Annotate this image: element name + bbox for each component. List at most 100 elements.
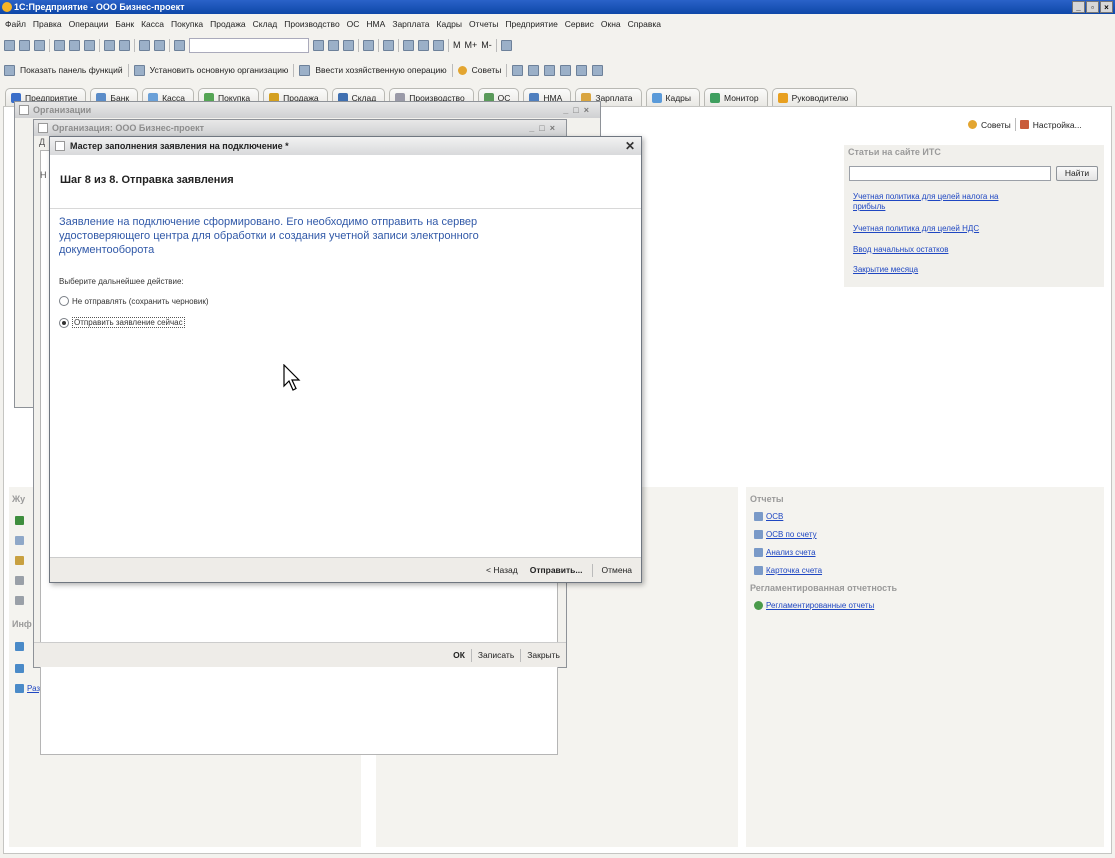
- wizard-message: Заявление на подключение сформировано. Е…: [59, 216, 479, 256]
- menu-file[interactable]: Файл: [5, 19, 26, 29]
- report-link-analysis[interactable]: Анализ счета: [766, 548, 816, 557]
- report-link-card[interactable]: Карточка счета: [766, 566, 822, 575]
- write-button[interactable]: Записать: [478, 650, 514, 660]
- info-icon[interactable]: [383, 39, 394, 51]
- minimize-button[interactable]: _: [1072, 1, 1085, 13]
- extra-icon[interactable]: [500, 39, 512, 51]
- close-app-button[interactable]: ×: [1100, 1, 1113, 13]
- its-find-button[interactable]: Найти: [1056, 166, 1098, 181]
- users-icon[interactable]: [433, 39, 444, 51]
- search-icon[interactable]: [174, 39, 185, 51]
- radio-button-selected[interactable]: [59, 317, 69, 328]
- menu-hr[interactable]: Кадры: [437, 19, 462, 29]
- print-icon[interactable]: [104, 39, 115, 51]
- report-icon: [754, 548, 763, 557]
- cut-icon[interactable]: [54, 39, 65, 51]
- memory-add-button[interactable]: M+: [465, 40, 478, 50]
- window-controls[interactable]: _□×: [529, 120, 560, 136]
- save-icon[interactable]: [34, 39, 45, 51]
- report-link-osv-account[interactable]: ОСВ по счету: [766, 530, 817, 539]
- doc-icon-3[interactable]: [544, 64, 556, 76]
- option-label: Отправить заявление сейчас: [72, 317, 185, 328]
- tips-button[interactable]: Советы: [472, 65, 502, 75]
- redo-icon[interactable]: [154, 39, 165, 51]
- copy-icon[interactable]: [69, 39, 80, 51]
- menu-service[interactable]: Сервис: [565, 19, 594, 29]
- its-link-vat[interactable]: Учетная политика для целей НДС: [853, 224, 979, 233]
- content-settings-button[interactable]: Настройка...: [1033, 120, 1082, 130]
- option-save-draft[interactable]: Не отправлять (сохранить черновик): [59, 296, 641, 306]
- content-tips-button[interactable]: Советы: [981, 120, 1011, 130]
- cancel-button[interactable]: Отмена: [599, 565, 636, 575]
- menu-edit[interactable]: Правка: [33, 19, 62, 29]
- organization-title: Организация: ООО Бизнес-проект: [52, 123, 205, 133]
- doc-icon-5[interactable]: [576, 64, 588, 76]
- menu-salary[interactable]: Зарплата: [392, 19, 429, 29]
- doc-icon-6[interactable]: [592, 64, 604, 76]
- calculator-icon[interactable]: [403, 39, 414, 51]
- menu-enterprise[interactable]: Предприятие: [505, 19, 557, 29]
- tab-monitor[interactable]: Монитор: [704, 88, 768, 106]
- search-input[interactable]: [189, 37, 309, 53]
- menu-bank[interactable]: Банк: [115, 19, 134, 29]
- menu-reports[interactable]: Отчеты: [469, 19, 498, 29]
- menu-cash[interactable]: Касса: [141, 19, 164, 29]
- radio-button[interactable]: [59, 296, 69, 306]
- set-org-button[interactable]: Установить основную организацию: [150, 65, 289, 75]
- reports-header: Отчеты: [750, 494, 784, 504]
- tab-management[interactable]: Руководителю: [771, 88, 858, 106]
- its-link-opening-balances[interactable]: Ввод начальных остатков: [853, 245, 948, 254]
- toolbar-separator: [448, 38, 449, 52]
- tab-hr[interactable]: Кадры: [645, 88, 701, 106]
- window-icon: [55, 141, 65, 151]
- new-doc-icon[interactable]: [4, 39, 15, 51]
- org-row-stub: Н: [40, 170, 47, 180]
- show-panel-button[interactable]: Показать панель функций: [20, 65, 123, 75]
- its-link-month-close[interactable]: Закрытие месяца: [853, 265, 918, 274]
- menu-operations[interactable]: Операции: [69, 19, 109, 29]
- search-next-icon[interactable]: [328, 39, 339, 51]
- enter-operation-button[interactable]: Ввести хозяйственную операцию: [315, 65, 446, 75]
- doc-icon-4[interactable]: [560, 64, 572, 76]
- reg-reports-link[interactable]: Регламентированные отчеты: [766, 601, 874, 610]
- restore-button[interactable]: ▫: [1086, 1, 1099, 13]
- paste-icon[interactable]: [84, 39, 95, 51]
- close-icon[interactable]: ✕: [625, 137, 635, 155]
- undo-icon[interactable]: [139, 39, 150, 51]
- menu-help[interactable]: Справка: [628, 19, 661, 29]
- doc-icon-1[interactable]: [512, 64, 524, 76]
- window-controls[interactable]: _□×: [563, 102, 594, 118]
- doc-icon-2[interactable]: [528, 64, 540, 76]
- its-link-profit-tax[interactable]: Учетная политика для целей налога на при…: [853, 192, 1033, 212]
- memory-sub-button[interactable]: M-: [481, 40, 492, 50]
- operation-icon: [299, 64, 311, 76]
- ok-button[interactable]: ОК: [453, 650, 465, 660]
- calendar-icon[interactable]: [418, 39, 429, 51]
- menu-warehouse[interactable]: Склад: [253, 19, 278, 29]
- organizations-title-bar: Организации _□×: [15, 102, 600, 118]
- preview-icon[interactable]: [119, 39, 130, 51]
- footer-separator: [591, 563, 593, 577]
- refresh-icon[interactable]: [363, 39, 374, 51]
- tips-icon: [968, 120, 977, 129]
- menu-sale[interactable]: Продажа: [210, 19, 245, 29]
- search-prev-icon[interactable]: [343, 39, 354, 51]
- close-button[interactable]: Закрыть: [527, 650, 560, 660]
- menu-purchase[interactable]: Покупка: [171, 19, 203, 29]
- menu-production[interactable]: Производство: [284, 19, 339, 29]
- report-link-osv[interactable]: ОСВ: [766, 512, 783, 521]
- open-icon[interactable]: [19, 39, 30, 51]
- option-send-now[interactable]: Отправить заявление сейчас: [59, 317, 641, 328]
- menu-os[interactable]: ОС: [347, 19, 360, 29]
- info-icon: [15, 664, 24, 673]
- its-search-input[interactable]: [849, 166, 1051, 181]
- toolbar-separator: [1014, 118, 1016, 131]
- step-title: Шаг 8 из 8. Отправка заявления: [50, 155, 641, 209]
- search-down-icon[interactable]: [313, 39, 324, 51]
- menu-nma[interactable]: НМА: [366, 19, 385, 29]
- memory-button[interactable]: M: [453, 40, 461, 50]
- menu-windows[interactable]: Окна: [601, 19, 621, 29]
- back-button[interactable]: < Назад: [483, 565, 521, 575]
- wizard-footer: < Назад Отправить... Отмена: [50, 557, 641, 582]
- send-button[interactable]: Отправить...: [527, 565, 586, 575]
